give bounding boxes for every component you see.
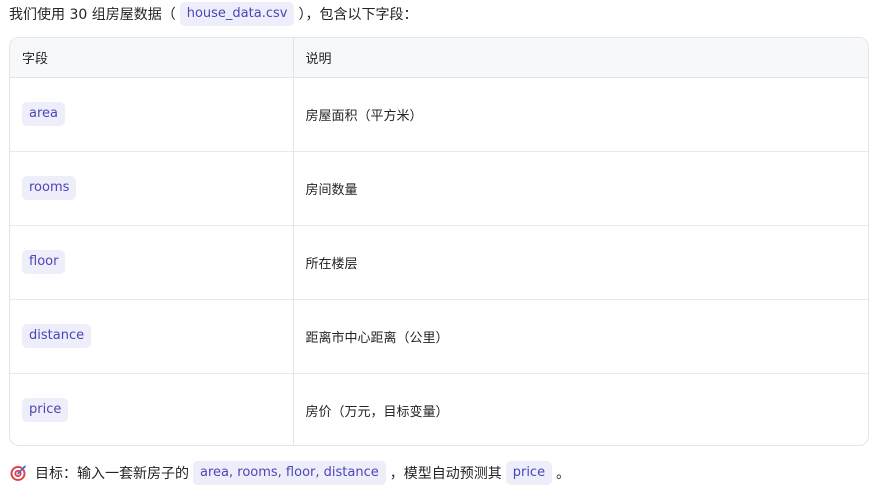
table-header-row: 字段 说明 (10, 38, 868, 78)
goal-paragraph: 目标：输入一套新房子的 area, rooms, floor, distance… (9, 459, 570, 487)
target-icon (9, 464, 27, 482)
table-row: area 房屋面积（平方米） (10, 77, 868, 152)
field-description: 房屋面积（平方米） (293, 77, 868, 152)
intro-prefix: 我们使用 30 组房屋数据（ (9, 7, 176, 23)
header-field: 字段 (10, 38, 294, 78)
field-code: area (22, 102, 65, 126)
filename-code: house_data.csv (179, 2, 295, 26)
field-code: distance (22, 324, 92, 348)
goal-inputs-code: area, rooms, floor, distance (193, 461, 386, 485)
field-description: 房价（万元，目标变量） (305, 404, 449, 420)
field-code: floor (22, 250, 66, 274)
table-row: price 房价（万元，目标变量） (10, 373, 868, 445)
field-description: 所在楼层 (293, 225, 868, 300)
field-description: 房间数量 (293, 151, 868, 226)
header-description: 说明 (293, 38, 868, 78)
field-code: price (22, 398, 69, 423)
table-row: rooms 房间数量 (10, 151, 868, 226)
goal-suffix: 。 (556, 466, 571, 482)
field-description: 距离市中心距离（公里） (293, 299, 868, 374)
intro-paragraph: 我们使用 30 组房屋数据（ house_data.csv ），包含以下字段： (9, 0, 417, 28)
table-row: floor 所在楼层 (10, 225, 868, 300)
field-code: rooms (22, 176, 77, 200)
table-row: distance 距离市中心距离（公里） (10, 299, 868, 374)
goal-middle: ，模型自动预测其 (389, 466, 502, 482)
intro-suffix: ），包含以下字段： (298, 7, 418, 23)
goal-prefix: 目标：输入一套新房子的 (35, 466, 189, 482)
fields-table: 字段 说明 area 房屋面积（平方米） rooms 房间数量 floor 所在… (9, 37, 869, 446)
goal-target-code: price (505, 461, 553, 485)
